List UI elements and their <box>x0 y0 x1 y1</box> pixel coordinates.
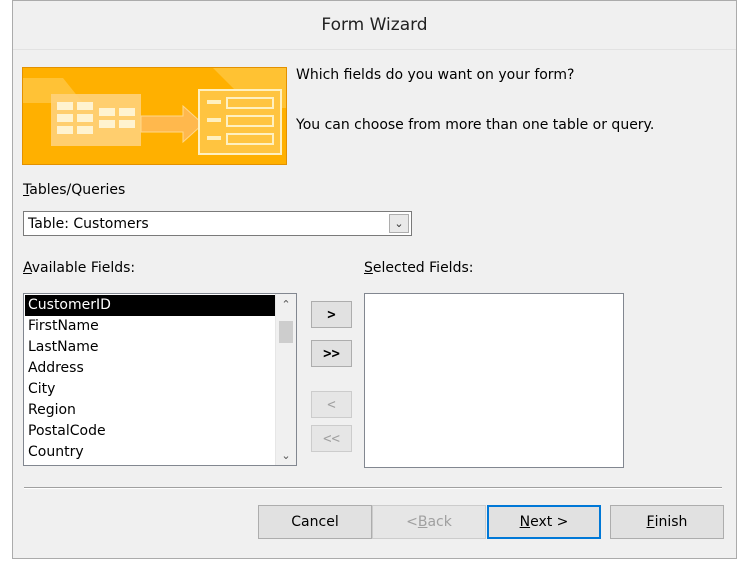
next-button-label: ext > <box>530 514 569 530</box>
list-item[interactable]: CustomerID <box>25 295 277 316</box>
add-all-fields-button[interactable]: >> <box>311 340 352 367</box>
chevron-down-icon[interactable]: ⌄ <box>389 214 409 233</box>
available-fields-scrollbar[interactable]: ⌃ ⌄ <box>275 294 296 465</box>
tables-queries-label: Tables/Queries <box>23 182 125 198</box>
list-item[interactable]: Country <box>25 442 277 463</box>
instruction-line-2: You can choose from more than one table … <box>296 117 655 133</box>
add-field-button[interactable]: > <box>311 301 352 328</box>
finish-button-label: inish <box>654 514 688 530</box>
tables-queries-label-text: ables/Queries <box>29 182 126 198</box>
chevron-up-icon[interactable]: ⌃ <box>276 294 296 314</box>
scrollbar-thumb[interactable] <box>279 321 293 343</box>
instruction-line-1: Which fields do you want on your form? <box>296 67 575 83</box>
remove-all-fields-button[interactable]: << <box>311 425 352 452</box>
finish-button-hotkey: F <box>646 514 655 530</box>
selected-fields-label-text: elected Fields: <box>372 260 474 276</box>
list-item[interactable]: FirstName <box>25 316 277 337</box>
window-title: Form Wizard <box>13 1 736 50</box>
available-fields-hotkey: A <box>23 260 32 276</box>
next-button-hotkey: N <box>519 514 531 530</box>
cancel-button[interactable]: Cancel <box>258 505 372 539</box>
remove-field-button[interactable]: < <box>311 391 352 418</box>
list-item[interactable]: PostalCode <box>25 421 277 442</box>
back-button-prefix: < <box>406 514 418 530</box>
selected-fields-label: Selected Fields: <box>364 260 473 276</box>
selected-fields-hotkey: S <box>364 260 373 276</box>
finish-button[interactable]: Finish <box>610 505 724 539</box>
tables-queries-combobox[interactable]: Table: Customers ⌄ <box>23 211 412 236</box>
available-fields-label: Available Fields: <box>23 260 135 276</box>
available-fields-list[interactable]: CustomerID FirstName LastName Address City Re… <box>23 293 297 466</box>
next-button[interactable]: Next > <box>487 505 601 539</box>
back-button-label: ack <box>427 514 452 530</box>
chevron-down-icon[interactable]: ⌄ <box>276 445 296 465</box>
available-fields-label-text: vailable Fields: <box>31 260 136 276</box>
list-item[interactable]: Address <box>25 358 277 379</box>
footer-divider <box>24 487 722 489</box>
list-item[interactable]: Region <box>25 400 277 421</box>
wizard-illustration <box>22 67 287 165</box>
back-button-hotkey: B <box>417 514 428 530</box>
list-item[interactable]: City <box>25 379 277 400</box>
available-fields-items: CustomerID FirstName LastName Address City Re… <box>25 295 277 463</box>
back-button[interactable]: < Back <box>372 505 486 539</box>
tables-queries-value: Table: Customers <box>28 215 149 232</box>
wizard-illustration-graphic <box>23 68 286 155</box>
selected-fields-list[interactable] <box>364 293 624 468</box>
list-item[interactable]: LastName <box>25 337 277 358</box>
